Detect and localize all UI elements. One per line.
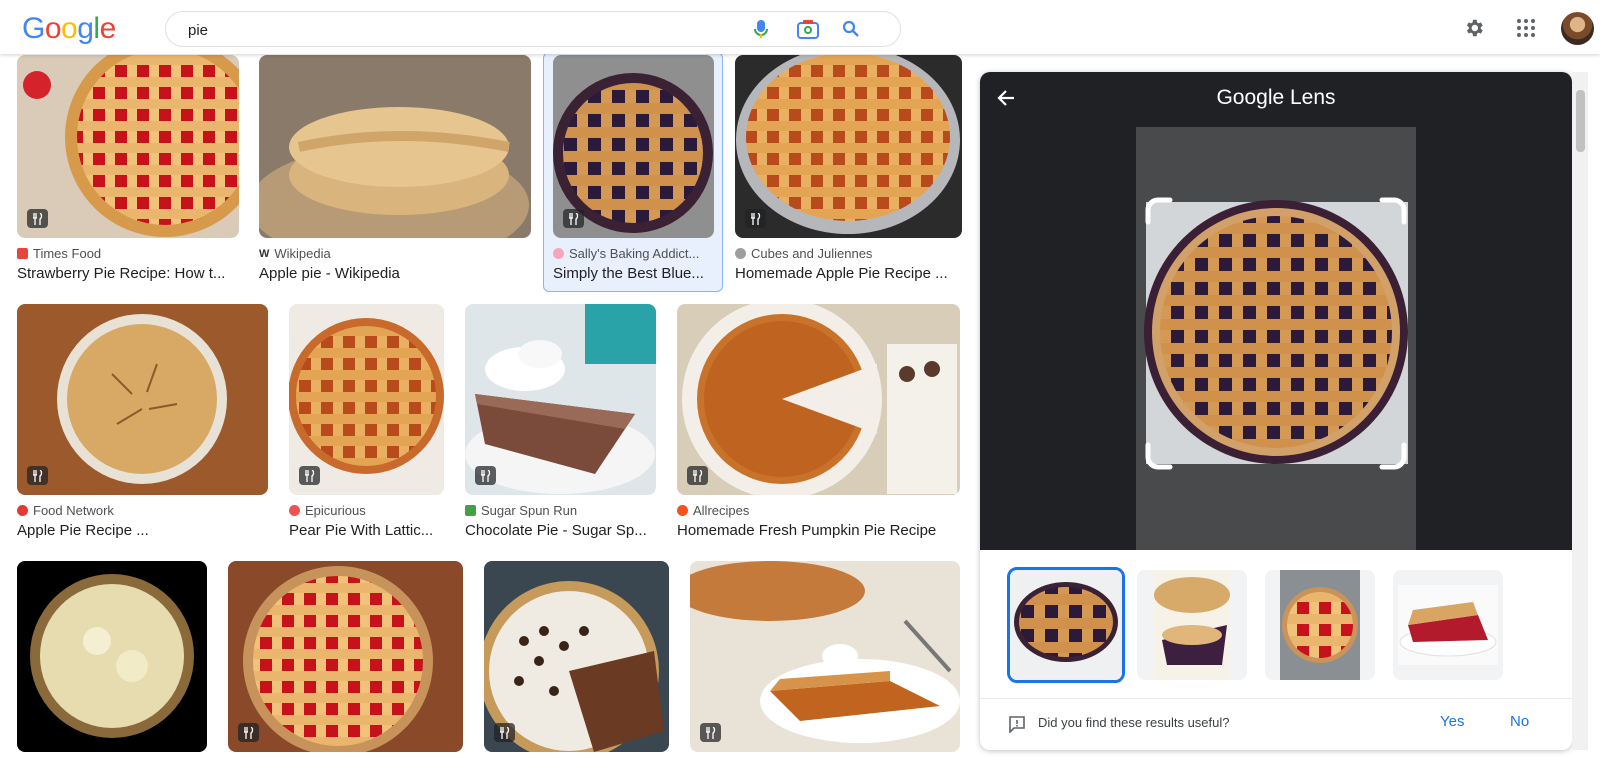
- result-image-pumpkin-slice[interactable]: [690, 561, 960, 752]
- recipe-badge-icon: [700, 723, 721, 742]
- source-favicon: [465, 505, 476, 516]
- result-image-apple-pie[interactable]: [259, 55, 531, 238]
- result-image-chocolate-chip-pie[interactable]: [484, 561, 669, 752]
- feedback-question: Did you find these results useful?: [1038, 715, 1230, 730]
- result-image-pumpkin-pie[interactable]: [677, 304, 960, 495]
- result-title[interactable]: Apple pie - Wikipedia: [259, 265, 529, 282]
- result-source[interactable]: W Wikipedia: [259, 246, 331, 261]
- match-thumbnail[interactable]: [1137, 570, 1247, 680]
- source-favicon: [553, 248, 564, 259]
- result-image-homemade-apple-pie[interactable]: [735, 55, 962, 238]
- result-image-apple-pie-2[interactable]: [17, 304, 268, 495]
- result-title[interactable]: Strawberry Pie Recipe: How t...: [17, 265, 242, 282]
- result-title[interactable]: Chocolate Pie - Sugar Sp...: [465, 522, 655, 539]
- source-favicon: [17, 505, 28, 516]
- recipe-badge-icon: [238, 723, 259, 742]
- google-logo[interactable]: Google: [22, 12, 116, 46]
- source-favicon: [17, 248, 28, 259]
- source-favicon: [677, 505, 688, 516]
- result-source[interactable]: Sugar Spun Run: [465, 503, 577, 518]
- mic-icon[interactable]: [748, 16, 774, 42]
- recipe-badge-icon: [475, 466, 496, 485]
- result-source[interactable]: Allrecipes: [677, 503, 749, 518]
- scrollbar-thumb[interactable]: [1576, 90, 1585, 152]
- result-title[interactable]: Pear Pie With Lattic...: [289, 522, 444, 539]
- result-title[interactable]: Apple Pie Recipe ...: [17, 522, 267, 539]
- google-lens-panel: Google Lens Did you find these results u…: [980, 72, 1572, 750]
- result-source[interactable]: Sally's Baking Addict...: [553, 246, 699, 261]
- result-image-lattice-pie[interactable]: [228, 561, 463, 752]
- lens-source-image[interactable]: [1136, 127, 1416, 550]
- feedback-yes-button[interactable]: Yes: [1440, 713, 1464, 730]
- result-title[interactable]: Homemade Apple Pie Recipe ...: [735, 265, 960, 282]
- match-thumbnail-selected[interactable]: [1007, 567, 1125, 683]
- result-image-pear-pie[interactable]: [289, 304, 444, 495]
- result-title[interactable]: Simply the Best Blue...: [553, 265, 713, 282]
- source-favicon: [735, 248, 746, 259]
- search-icon[interactable]: [838, 16, 864, 42]
- result-image-strawberry-pie[interactable]: [17, 55, 239, 238]
- recipe-badge-icon: [745, 209, 766, 228]
- result-image-blueberry-pie[interactable]: [553, 55, 714, 238]
- match-thumbnail[interactable]: [1265, 570, 1375, 680]
- result-source[interactable]: Times Food: [17, 246, 101, 261]
- feedback-no-button[interactable]: No: [1510, 713, 1529, 730]
- result-source[interactable]: Cubes and Juliennes: [735, 246, 872, 261]
- result-image-chocolate-pie[interactable]: [465, 304, 656, 495]
- recipe-badge-icon: [563, 209, 584, 228]
- apps-icon[interactable]: [1512, 14, 1540, 42]
- result-source[interactable]: Epicurious: [289, 503, 366, 518]
- recipe-badge-icon: [299, 466, 320, 485]
- lens-title: Google Lens: [1216, 86, 1336, 109]
- source-favicon: [289, 505, 300, 516]
- avatar[interactable]: [1561, 12, 1594, 45]
- recipe-badge-icon: [687, 466, 708, 485]
- camera-icon[interactable]: [795, 16, 821, 42]
- lens-scrollbar[interactable]: [1572, 72, 1588, 750]
- recipe-badge-icon: [27, 466, 48, 485]
- lens-image-area: Google Lens: [980, 72, 1572, 550]
- feedback-bar: Did you find these results useful? Yes N…: [980, 698, 1572, 750]
- result-image-custard-pie[interactable]: [17, 561, 207, 752]
- feedback-icon: [1006, 713, 1028, 735]
- search-input[interactable]: [186, 18, 730, 42]
- wikipedia-icon: W: [259, 247, 270, 260]
- gear-icon[interactable]: [1460, 14, 1488, 42]
- search-box[interactable]: [165, 11, 901, 47]
- result-source[interactable]: Food Network: [17, 503, 114, 518]
- top-bar: Google: [0, 0, 1600, 54]
- recipe-badge-icon: [494, 723, 515, 742]
- recipe-badge-icon: [27, 209, 48, 228]
- result-title[interactable]: Homemade Fresh Pumpkin Pie Recipe: [677, 522, 960, 539]
- match-thumbnail[interactable]: [1393, 570, 1503, 680]
